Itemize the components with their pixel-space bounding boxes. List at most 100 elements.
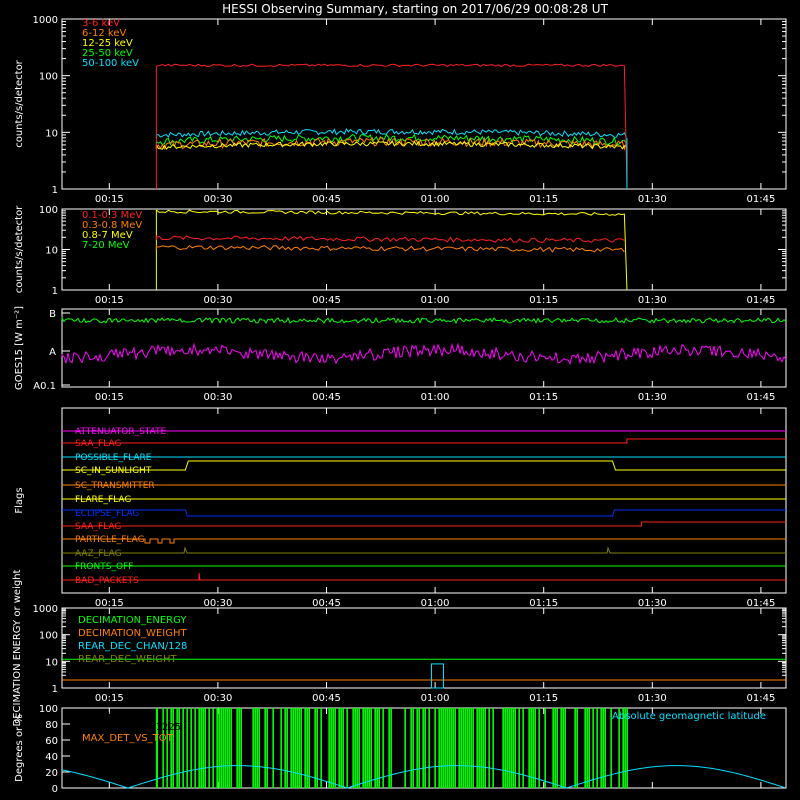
flag-label: BAD_PACKETS [75,576,139,586]
y-tick-label: 10 [45,128,58,139]
front-ratio-bar [538,708,540,788]
front-ratio-bar [390,708,392,788]
front-ratio-bar [450,708,452,788]
front-ratio-bar [200,708,202,788]
front-ratio-bar [480,708,482,788]
y-tick-label: 0 [52,784,58,795]
front-ratio-bar [592,708,594,788]
front-ratio-bar [226,708,228,788]
front-ratio-bar [514,708,516,788]
y-tick-label: 1000 [33,15,58,26]
front-ratio-bar [562,708,564,788]
front-ratio-bar [290,708,292,788]
front-ratio-bar [172,708,174,788]
front-ratio-bar [204,708,206,788]
front-ratio-bar [472,708,474,788]
front-ratio-bar [364,708,366,788]
series-3-6-keV [155,63,628,190]
front-ratio-bar [328,708,330,788]
front-ratio-bar [254,708,256,788]
front-ratio-bar [224,708,226,788]
x-tick-label: 01:30 [638,295,667,306]
front-ratio-bar [330,708,332,788]
front-ratio-bar [228,708,230,788]
x-tick-label: 00:30 [203,598,232,609]
front-ratio-bar [556,708,558,788]
flag-line [62,521,786,527]
plot-frame [61,407,787,594]
front-ratio-bar [374,708,376,788]
front-ratio-bar [320,708,322,788]
panel-goes: 00:15 00:30 00:45 01:00 01:15 01:30 01:45 GOES1… [14,306,787,403]
front-ratio-bar [178,708,180,788]
front-ratio-bar [428,708,430,788]
front-ratio-bar [424,708,426,788]
front-ratio-bar [212,708,214,788]
flag-label: ATTENUATOR_STATE [75,427,167,437]
x-tick-label: 00:45 [312,392,341,403]
front-ratio-bar [404,708,406,788]
flag-line [62,438,786,444]
legend-entry: DECIMATION_WEIGHT [78,628,187,639]
x-tick-label: 00:30 [203,295,232,306]
front-ratio-bar [448,708,450,788]
legend-entry: FRONT_RATIO [82,711,151,722]
y-tick-label: 20 [45,768,58,779]
front-ratio-bar [506,708,508,788]
y-tick-label: 100 [39,704,58,715]
front-ratio-bar [376,708,378,788]
plot-frame [61,18,787,190]
front-ratio-bar [358,708,360,788]
front-ratio-bar [418,708,420,788]
front-ratio-bar [488,708,490,788]
front-ratio-bar [442,708,444,788]
flag-label: ECLIPSE_FLAG [75,509,139,519]
front-ratio-bar [352,708,354,788]
front-ratio-bar [296,708,298,788]
x-tick-label: 01:00 [421,194,450,205]
front-ratio-bar [416,708,418,788]
y-tick-label: A0.1 [33,381,56,392]
y-tick-label: 10 [45,246,58,257]
front-ratio-bar [468,708,470,788]
front-ratio-bar [198,708,200,788]
flag-line [62,546,786,554]
y-tick-label: 60 [45,736,58,747]
front-ratio-bar [482,708,484,788]
y-tick-label: B [49,309,56,320]
front-ratio-bar [368,708,370,788]
x-tick-label: 01:15 [529,295,558,306]
front-ratio-bar [586,708,588,788]
front-ratio-bar [410,708,412,788]
goes-long-series [61,316,787,325]
front-ratio-bar [258,708,260,788]
front-ratio-bar [532,708,534,788]
front-ratio-bar [544,708,546,788]
legend-entry: FRONT_RATIO_1225 [82,722,181,733]
x-tick-label: 01:00 [421,295,450,306]
front-ratio-bar [554,708,556,788]
front-ratio-bar [300,708,302,788]
flag-line [62,509,786,517]
y-tick-label: 1 [52,684,58,695]
x-tick-label: 00:30 [203,194,232,205]
front-ratio-bar [478,708,480,788]
flag-label: FRONTS_OFF [75,562,133,572]
plot-frame [61,208,787,291]
front-ratio-bar [522,708,524,788]
legend-entry: DECIMATION_ENERGY [78,615,187,626]
front-ratio-bar [240,708,242,788]
front-ratio-bar [576,708,578,788]
flag-line [62,460,786,471]
legend-entry: 7-20 MeV [82,240,130,251]
panel-ratio: Degrees or % 0 20 40 60 80 100 FRONT_RATIOFRONT… [14,704,787,795]
front-ratio-bar [220,708,222,788]
front-ratio-bar [208,708,210,788]
front-ratio-bar [492,708,494,788]
front-ratio-bar [176,708,178,788]
y-tick-label: 100 [39,205,58,216]
y-tick-label: A [49,347,56,358]
front-ratio-bar [346,708,348,788]
y-tick-label: 80 [45,720,58,731]
front-ratio-bar [186,708,188,788]
